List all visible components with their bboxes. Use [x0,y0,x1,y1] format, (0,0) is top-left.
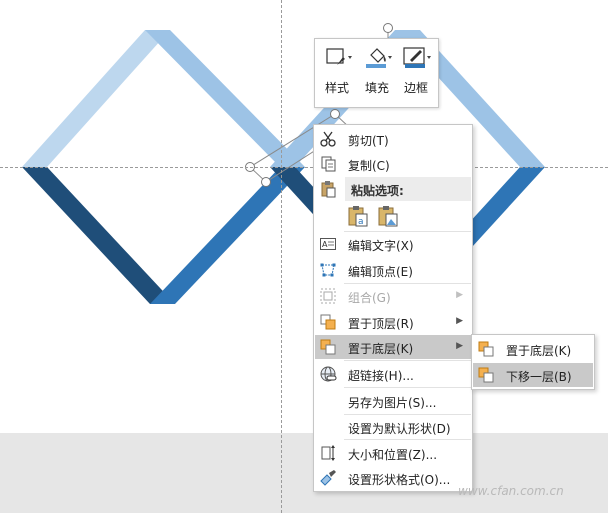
paste-options-header: 粘贴选项: [315,177,471,201]
menu-item-send-to-back[interactable]: 置于底层(K) ▶ [315,335,471,359]
menu-separator [344,439,471,440]
paste-icon [321,181,336,198]
edit-text-icon: A [320,238,336,250]
menu-item-copy[interactable]: 复制(C) [315,152,471,176]
menu-item-label: 置于底层(K) [506,344,572,358]
menu-item-label: 剪切(T) [348,134,389,148]
notes-area [0,433,608,513]
menu-item-label: 置于顶层(R) [348,317,414,331]
menu-item-label: 另存为图片(S)... [348,396,437,410]
menu-item-label: 大小和位置(Z)... [348,448,438,462]
style-button[interactable]: 样式 [318,39,356,107]
menu-item-label: 设置形状格式(O)... [348,473,451,487]
send-to-back-icon [320,339,336,355]
menu-item-label: 编辑文字(X) [348,239,414,253]
menu-item-group[interactable]: 组合(G) ▶ [315,284,471,308]
keep-text-only-icon: a [348,206,368,227]
bring-to-front-icon [320,314,336,330]
slide-canvas[interactable] [0,0,608,513]
edit-points-icon [320,263,336,277]
outline-label: 边框 [403,81,428,95]
paste-option-picture[interactable] [377,204,399,228]
mini-toolbar: 样式 填充 边框 [314,38,439,108]
menu-item-label: 置于底层(K) [348,342,414,356]
left-diamond-top-left-edge [22,30,170,167]
arrange-submenu: 置于底层(K) 下移一层(B) [471,334,595,390]
vertical-guide [281,0,282,513]
style-icon [326,48,352,65]
style-label: 样式 [324,81,349,95]
size-position-icon [321,445,335,461]
submenu-arrow-icon: ▶ [456,316,463,326]
menu-item-label: 设置为默认形状(D) [348,422,451,436]
submenu-arrow-icon: ▶ [456,341,463,351]
outline-button[interactable]: 边框 [397,39,435,107]
menu-item-set-default-shape[interactable]: 设置为默认形状(D) [315,415,471,439]
menu-item-hyperlink[interactable]: 超链接(H)... [315,362,471,386]
resize-handle [261,177,271,187]
submenu-arrow-icon: ▶ [456,290,463,300]
menu-item-size-position[interactable]: 大小和位置(Z)... [315,441,471,465]
send-to-back-icon [478,341,494,357]
rotate-handle [383,23,393,33]
svg-text:a: a [358,217,364,227]
watermark: www.cfan.com.cn [458,484,564,498]
menu-item-edit-points[interactable]: 编辑顶点(E) [315,258,471,282]
horizontal-guide [0,167,608,168]
left-diamond-bottom-left-edge [22,167,175,304]
context-menu: 剪切(T) 复制(C) 粘贴选项: a A 编辑文字(X) 编辑顶点(E) 组合… [313,124,473,492]
menu-item-label: 复制(C) [348,159,390,173]
svg-text:A: A [322,240,328,249]
menu-separator [344,387,471,388]
menu-item-bring-to-front[interactable]: 置于顶层(R) ▶ [315,310,471,334]
menu-item-label: 超链接(H)... [348,369,414,383]
menu-item-save-as-picture[interactable]: 另存为图片(S)... [315,389,471,413]
paste-as-picture-icon [378,206,398,227]
menu-item-label: 组合(G) [348,291,391,305]
fill-label: 填充 [364,81,389,95]
hyperlink-icon [320,366,337,382]
menu-item-cut[interactable]: 剪切(T) [315,127,471,151]
menu-separator [344,360,471,361]
menu-item-label: 下移一层(B) [506,370,572,384]
submenu-item-send-to-back[interactable]: 置于底层(K) [473,337,593,361]
menu-item-format-shape[interactable]: 设置形状格式(O)... [315,466,471,490]
group-icon [320,288,336,304]
fill-bucket-icon [366,48,392,68]
menu-item-edit-text[interactable]: A 编辑文字(X) [315,232,471,256]
resize-handle [330,109,340,119]
paste-options-label: 粘贴选项: [351,184,404,198]
format-shape-icon [320,470,336,486]
outline-pen-icon [403,47,431,68]
send-backward-icon [478,367,494,383]
fill-button[interactable]: 填充 [358,39,396,107]
submenu-item-send-backward[interactable]: 下移一层(B) [473,363,593,387]
scissors-icon [320,131,336,147]
copy-icon [321,156,336,172]
menu-item-label: 编辑顶点(E) [348,265,413,279]
paste-option-keep-text[interactable]: a [347,204,369,228]
